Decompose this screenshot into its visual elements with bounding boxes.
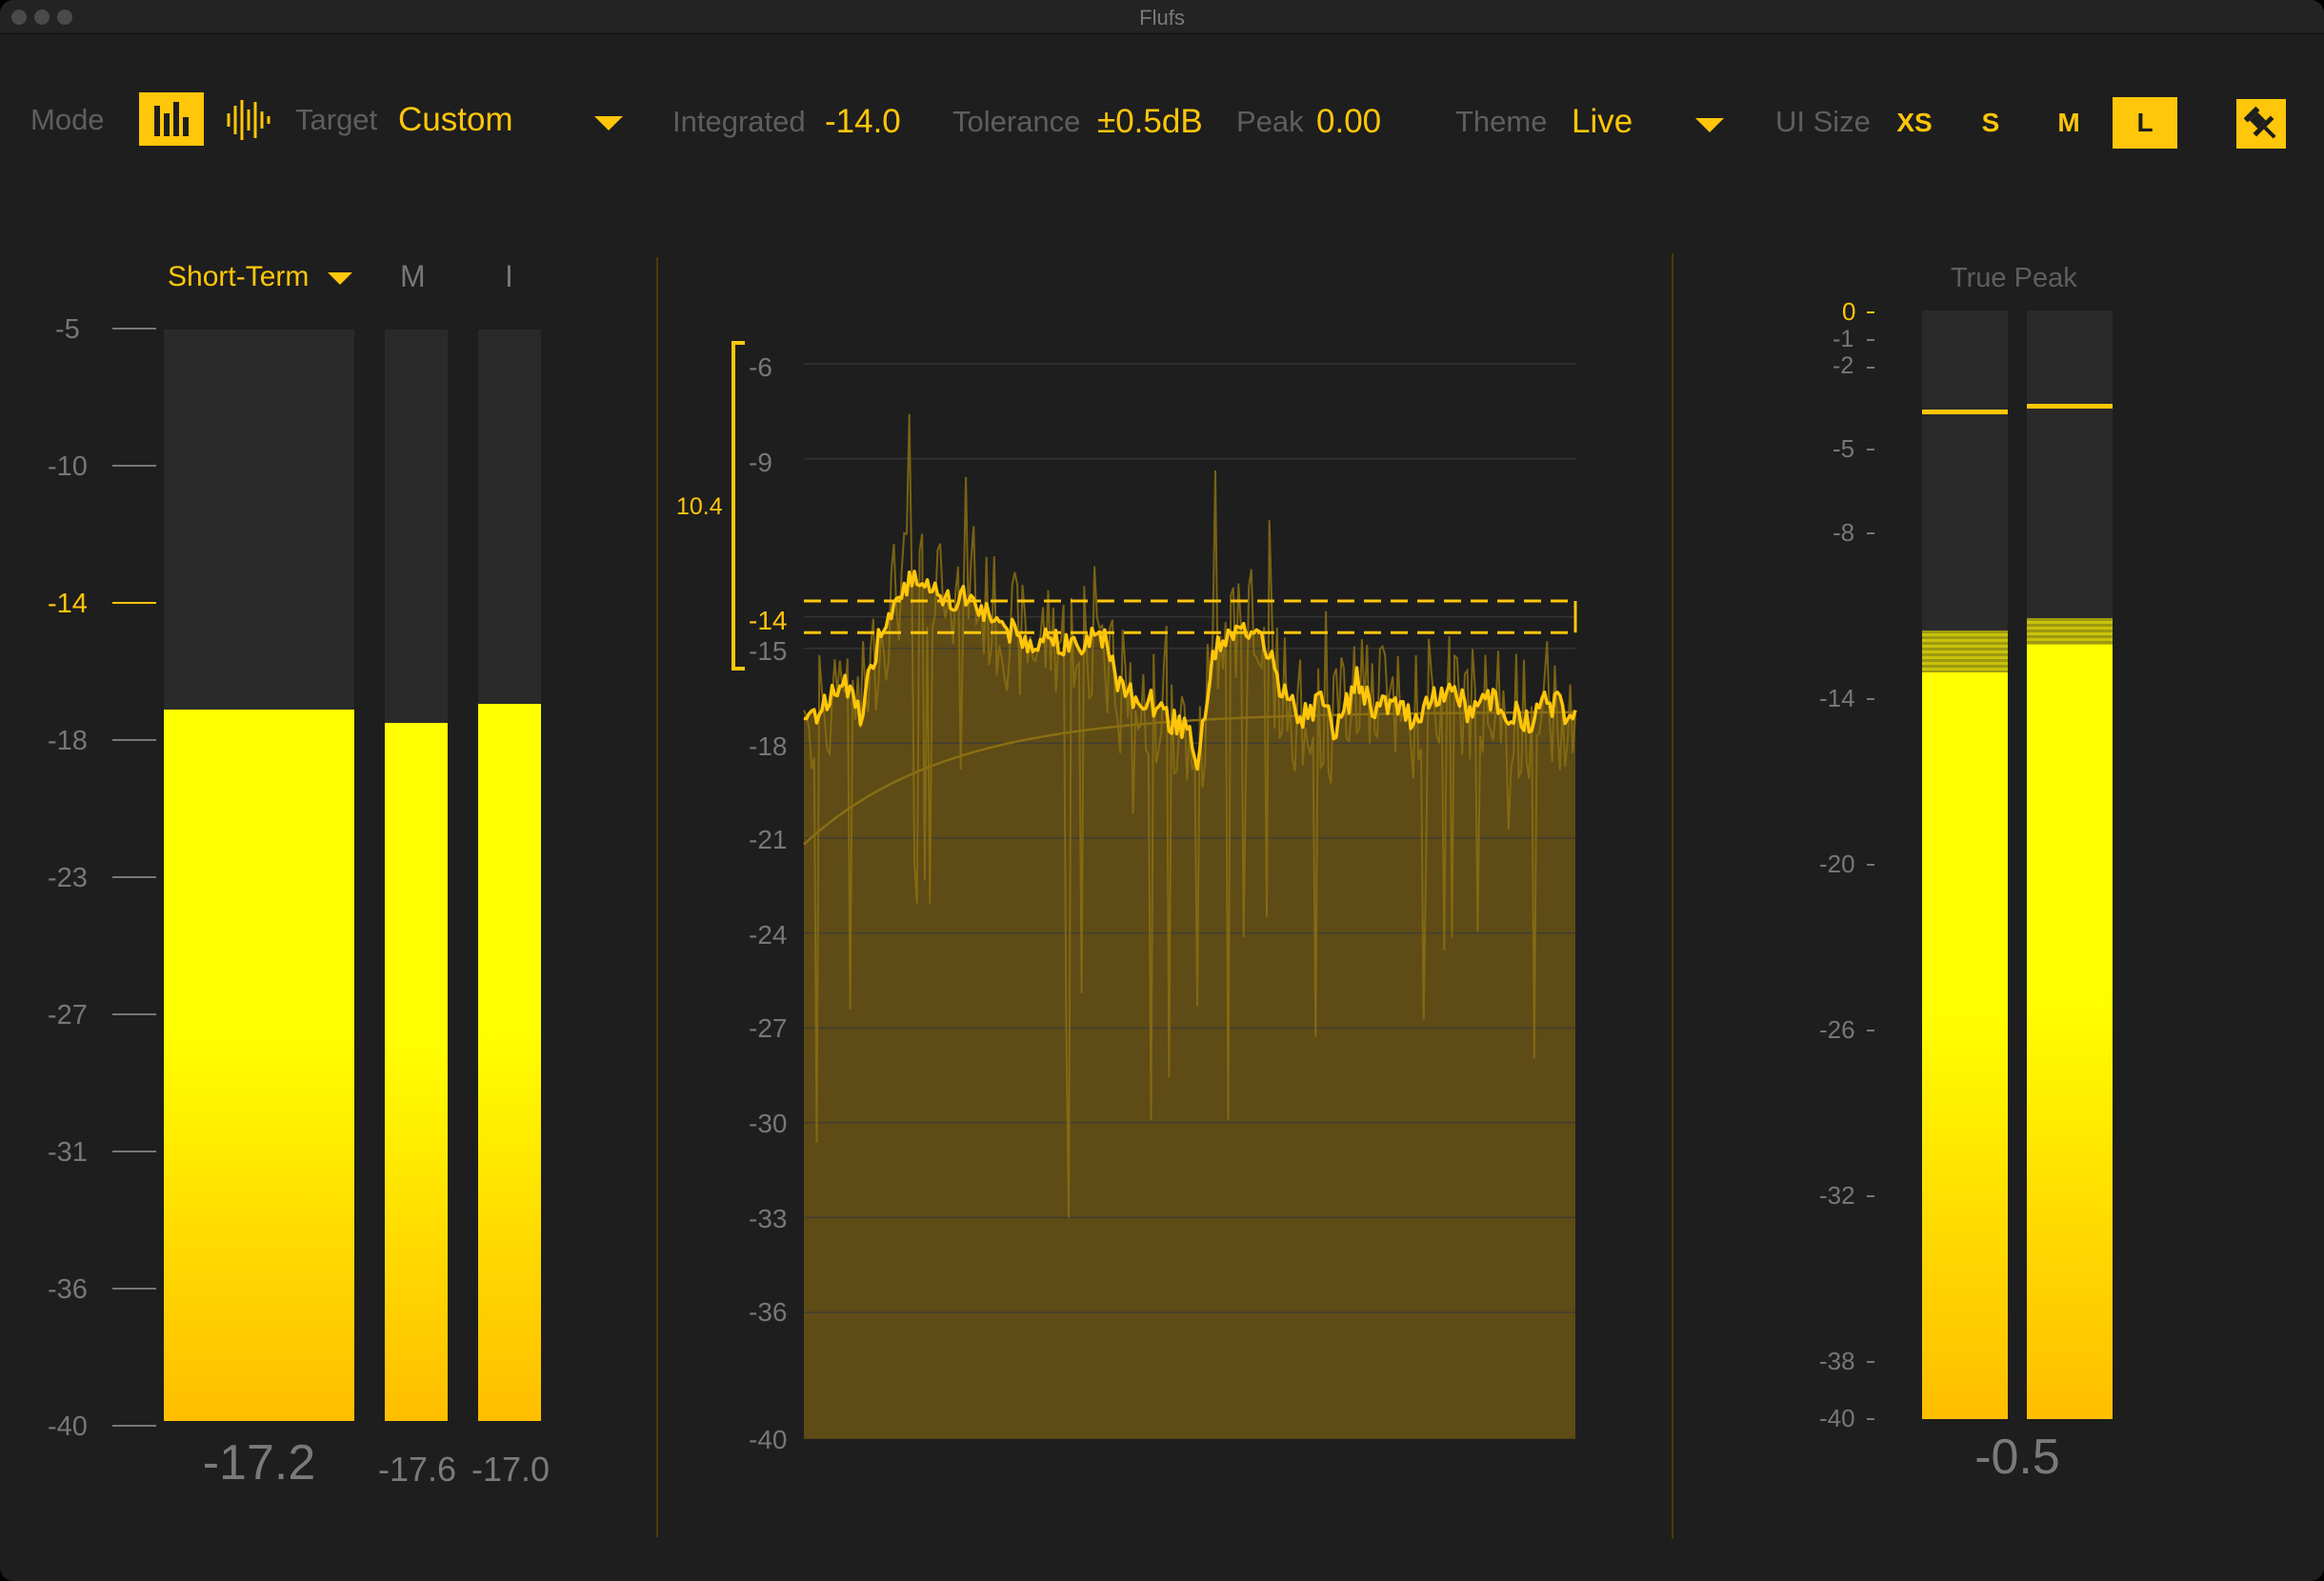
true-peak-scale-tick: -14 [1819,684,1855,712]
true-peak-left-range [1922,630,2008,672]
true-peak-right-hold [2027,404,2113,410]
true-peak-scale-tick: -26 [1819,1015,1855,1044]
history-scale-tick: -36 [749,1297,788,1327]
true-peak-scale-line [1867,532,1874,534]
true-peak-scale-tick: -40 [1819,1404,1855,1432]
true-peak-right-fill [2027,644,2113,1419]
true-peak-scale-tick: -8 [1833,518,1855,547]
true-peak-right-meter [2027,310,2113,1419]
true-peak-left-fill [1922,671,2008,1419]
true-peak-readout: -0.5 [1974,1430,2060,1485]
true-peak-scale-tick: -38 [1819,1347,1855,1375]
true-peak-scale-tick: -1 [1833,326,1854,352]
history-scale-tick: -15 [749,636,788,666]
history-scale-tick: -30 [749,1109,788,1138]
true-peak-scale-line [1867,698,1874,700]
history-scale-tick: -24 [749,920,788,950]
loudness-range-bracket [731,341,745,670]
true-peak-scale-tick: -5 [1833,434,1855,463]
true-peak-scale-line [1867,864,1874,866]
true-peak-scale-line [1867,367,1874,369]
true-peak-left-hold [1922,409,2008,414]
true-peak-left-meter [1922,310,2008,1419]
true-peak-scale-tick: -32 [1819,1181,1855,1210]
app-window: Flufs Mode Target Custom Integrated -14.… [0,0,2324,1581]
history-scale-tick: -27 [749,1013,788,1043]
history-scale-tick: -18 [749,731,788,761]
history-scale-tick: -6 [749,352,772,382]
loudness-range-readout: 10.4 [676,493,723,520]
true-peak-scale-line [1867,339,1874,341]
true-peak-scale-line [1867,1195,1874,1197]
history-scale-tick: -33 [749,1204,788,1233]
true-peak-scale-line [1867,1418,1874,1420]
true-peak-scale-line [1867,449,1874,450]
true-peak-scale-line [1867,1361,1874,1363]
true-peak-scale-line [1867,1030,1874,1031]
true-peak-scale-line [1867,311,1874,313]
true-peak-scale-tick: -2 [1833,352,1854,379]
history-scale-tick: -9 [749,448,772,477]
history-target-tick: -14 [749,606,788,635]
true-peak-scale-tick: 0 [1842,297,1856,326]
true-peak-scale-tick: -20 [1819,850,1855,878]
true-peak-title: True Peak [1951,263,2077,293]
history-scale-tick: -21 [749,825,788,854]
history-scale-tick: -40 [749,1425,788,1454]
true-peak-right-range [2027,617,2113,645]
